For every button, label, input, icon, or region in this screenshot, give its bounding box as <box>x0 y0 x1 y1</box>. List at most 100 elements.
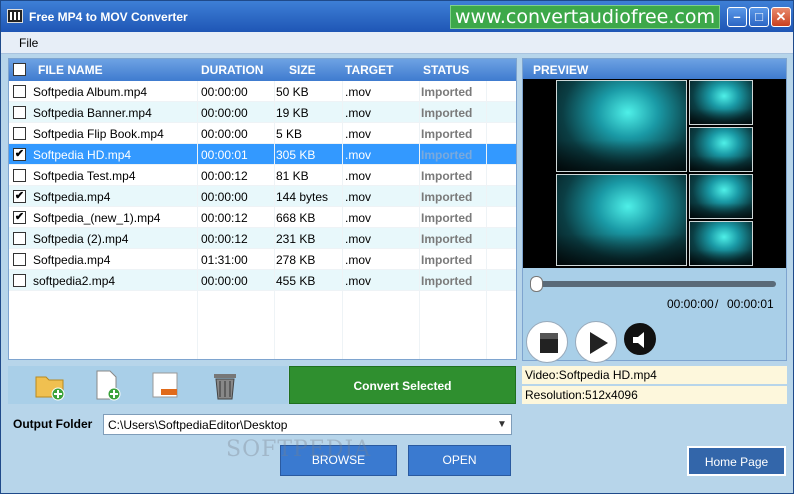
cell-name: Softpedia Banner.mp4 <box>33 106 152 120</box>
home-page-button[interactable]: Home Page <box>687 446 786 476</box>
table-row[interactable]: Softpedia (2).mp4 00:00:12 231 KB .mov Impor… <box>9 228 516 249</box>
play-button[interactable] <box>575 321 617 363</box>
chevron-down-icon[interactable]: ▼ <box>495 417 509 432</box>
film-icon <box>7 9 23 23</box>
add-file-icon <box>96 370 121 401</box>
site-link-banner[interactable]: www.convertaudiofree.com <box>450 5 720 29</box>
col-duration[interactable]: DURATION <box>201 63 263 77</box>
table-row[interactable]: Softpedia.mp4 01:31:00 278 KB .mov Imported <box>9 249 516 270</box>
cell-status: Imported <box>421 106 473 120</box>
column-divider <box>274 81 275 359</box>
row-checkbox[interactable] <box>13 253 26 266</box>
window-title: Free MP4 to MOV Converter <box>29 10 188 24</box>
minimize-button[interactable]: – <box>727 7 747 27</box>
add-folder-button[interactable] <box>34 369 68 402</box>
col-size[interactable]: SIZE <box>289 63 316 77</box>
row-checkbox[interactable] <box>13 274 26 287</box>
cell-duration: 00:00:12 <box>201 232 248 246</box>
cell-size: 50 KB <box>276 85 309 99</box>
preview-header: PREVIEW <box>523 59 786 79</box>
table-row[interactable]: Softpedia Banner.mp4 00:00:00 19 KB .mov Imp… <box>9 102 516 123</box>
cell-duration: 00:00:00 <box>201 127 248 141</box>
table-row[interactable]: Softpedia Test.mp4 00:00:12 81 KB .mov Impor… <box>9 165 516 186</box>
add-folder-icon <box>35 376 65 401</box>
select-all-checkbox[interactable] <box>13 63 26 76</box>
stop-icon <box>540 333 558 353</box>
col-target[interactable]: TARGET <box>345 63 393 77</box>
cell-target: .mov <box>345 190 372 204</box>
title-bar[interactable]: Free MP4 to MOV Converter www.convertaud… <box>1 1 793 32</box>
table-row[interactable]: softpedia2.mp4 00:00:00 455 KB .mov Imported <box>9 270 516 291</box>
col-status[interactable]: STATUS <box>423 63 469 77</box>
file-toolbar <box>8 366 288 404</box>
output-folder-path: C:\Users\SoftpediaEditor\Desktop <box>108 418 288 432</box>
cell-status: Imported <box>421 211 473 225</box>
trash-icon <box>214 374 236 400</box>
time-separator: / <box>715 297 719 311</box>
row-checkbox[interactable] <box>13 106 26 119</box>
add-file-button[interactable] <box>91 369 125 402</box>
video-preview <box>523 79 786 268</box>
cell-size: 81 KB <box>276 169 309 183</box>
stop-button[interactable] <box>526 321 568 363</box>
table-row[interactable]: ✔ Softpedia HD.mp4 00:00:01 305 KB .mov Impor… <box>9 144 516 165</box>
resolution-info: Resolution:512x4096 <box>522 386 787 404</box>
maximize-button[interactable]: □ <box>749 7 769 27</box>
row-checkbox[interactable] <box>13 127 26 140</box>
cell-size: 231 KB <box>276 232 316 246</box>
row-checkbox[interactable] <box>13 169 26 182</box>
cell-duration: 00:00:01 <box>201 148 248 162</box>
cell-status: Imported <box>421 232 473 246</box>
cell-name: Softpedia_(new_1).mp4 <box>33 211 161 225</box>
table-row[interactable]: ✔ Softpedia_(new_1).mp4 00:00:12 668 KB .mov… <box>9 207 516 228</box>
row-checkbox[interactable]: ✔ <box>13 211 26 224</box>
cell-status: Imported <box>421 85 473 99</box>
col-file-name[interactable]: FILE NAME <box>38 63 103 77</box>
video-name-info: Video:Softpedia HD.mp4 <box>522 366 787 384</box>
seek-handle[interactable] <box>530 276 543 292</box>
convert-selected-button[interactable]: Convert Selected <box>289 366 516 404</box>
table-row[interactable]: ✔ Softpedia.mp4 00:00:00 144 bytes .mov Impor… <box>9 186 516 207</box>
cell-duration: 00:00:12 <box>201 211 248 225</box>
output-folder-field[interactable]: C:\Users\SoftpediaEditor\Desktop ▼ <box>103 414 512 435</box>
preview-panel: PREVIEW 00:00:00 / 00:00:01 <box>522 58 787 363</box>
cell-target: .mov <box>345 274 372 288</box>
table-row[interactable]: Softpedia Album.mp4 00:00:00 50 KB .mov Impo… <box>9 81 516 102</box>
row-checkbox[interactable]: ✔ <box>13 190 26 203</box>
seek-bar[interactable] <box>533 281 776 287</box>
volume-button[interactable] <box>624 323 656 355</box>
volume-icon <box>633 332 644 348</box>
list-header: FILE NAME DURATION SIZE TARGET STATUS <box>9 59 516 81</box>
video-frame <box>689 221 753 266</box>
cell-status: Imported <box>421 190 473 204</box>
cell-duration: 00:00:00 <box>201 106 248 120</box>
video-frame <box>556 174 687 266</box>
watermark: SOFTPEDIA <box>226 437 372 462</box>
table-row[interactable]: Softpedia Flip Book.mp4 00:00:00 5 KB .mov I… <box>9 123 516 144</box>
cell-target: .mov <box>345 148 372 162</box>
menu-file[interactable]: File <box>19 36 38 50</box>
video-frame <box>689 127 753 172</box>
cell-target: .mov <box>345 232 372 246</box>
remove-file-button[interactable] <box>149 369 183 402</box>
cell-name: Softpedia.mp4 <box>33 253 111 267</box>
cell-size: 144 bytes <box>276 190 329 204</box>
play-icon <box>590 332 608 354</box>
file-list[interactable]: FILE NAME DURATION SIZE TARGET STATUS So… <box>8 58 517 360</box>
cell-size: 305 KB <box>276 148 316 162</box>
column-divider <box>197 81 198 359</box>
close-button[interactable]: ✕ <box>771 7 791 27</box>
row-checkbox[interactable] <box>13 232 26 245</box>
app-window: Free MP4 to MOV Converter www.convertaud… <box>0 0 794 494</box>
cell-size: 278 KB <box>276 253 316 267</box>
row-checkbox[interactable] <box>13 85 26 98</box>
current-time: 00:00:00 <box>667 297 714 311</box>
row-checkbox[interactable]: ✔ <box>13 148 26 161</box>
cell-name: Softpedia Flip Book.mp4 <box>33 127 164 141</box>
cell-status: Imported <box>421 169 473 183</box>
column-divider <box>419 81 420 359</box>
cell-name: Softpedia (2).mp4 <box>33 232 129 246</box>
trash-button[interactable] <box>208 369 242 402</box>
cell-duration: 00:00:00 <box>201 274 248 288</box>
open-button[interactable]: OPEN <box>408 445 511 476</box>
